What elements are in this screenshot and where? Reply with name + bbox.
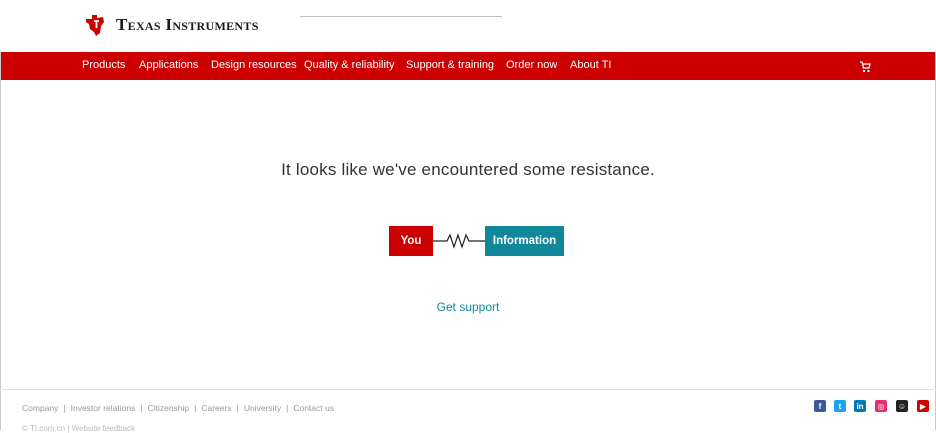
footer-separator: | (194, 403, 197, 413)
instagram-icon[interactable]: ◎ (875, 400, 887, 412)
footer-links: Company | Investor relations | Citizenship | C… (22, 403, 334, 413)
nav-quality-reliability[interactable]: Quality & reliability (304, 59, 394, 71)
facebook-icon[interactable]: f (814, 400, 826, 412)
footer-separator: | (286, 403, 289, 413)
get-support-label[interactable]: Get support (437, 300, 500, 314)
footer-link-university[interactable]: University (244, 403, 281, 413)
search-bar[interactable] (300, 16, 502, 17)
nav-order-now[interactable]: Order now (506, 59, 557, 71)
footer-link-investor-relations[interactable]: Investor relations (71, 403, 136, 413)
brand-name: Texas Instruments (116, 15, 259, 34)
footer-link-careers[interactable]: Careers (201, 403, 231, 413)
ti-logo-icon (86, 15, 104, 36)
cart-icon[interactable] (859, 60, 871, 78)
linkedin-icon[interactable]: in (854, 400, 866, 412)
footer-link-citizenship[interactable]: Citizenship (148, 403, 190, 413)
you-label: You (389, 226, 433, 256)
site-header: Texas Instruments (0, 0, 936, 52)
footer-separator: | (63, 403, 66, 413)
nav-products[interactable]: Products (82, 59, 125, 71)
ti-logo[interactable]: Texas Instruments (83, 13, 259, 37)
nav-applications[interactable]: Applications (139, 59, 198, 71)
footer-separator: | (236, 403, 239, 413)
twitter-icon[interactable]: t (834, 400, 846, 412)
footer-divider (0, 389, 936, 390)
information-label: Information (485, 226, 564, 256)
get-support-link[interactable]: Get support (0, 300, 936, 314)
nav-design-resources[interactable]: Design resources (211, 59, 297, 71)
nav-about-ti[interactable]: About TI (570, 59, 611, 71)
footer-bottom-text: © TI.com.cn | Website feedback (22, 424, 136, 433)
resistor-icon (433, 233, 485, 249)
main-nav: Products Applications Design resources Q… (1, 52, 935, 80)
footer-link-contact-us[interactable]: Contact us (293, 403, 334, 413)
footer-link-company[interactable]: Company (22, 403, 58, 413)
footer-separator: | (140, 403, 143, 413)
youtube-icon[interactable]: ▶ (917, 400, 929, 412)
nav-support-training[interactable]: Support & training (406, 59, 494, 71)
page-headline: It looks like we've encountered some res… (281, 160, 655, 179)
community-icon[interactable]: ☺ (896, 400, 908, 412)
